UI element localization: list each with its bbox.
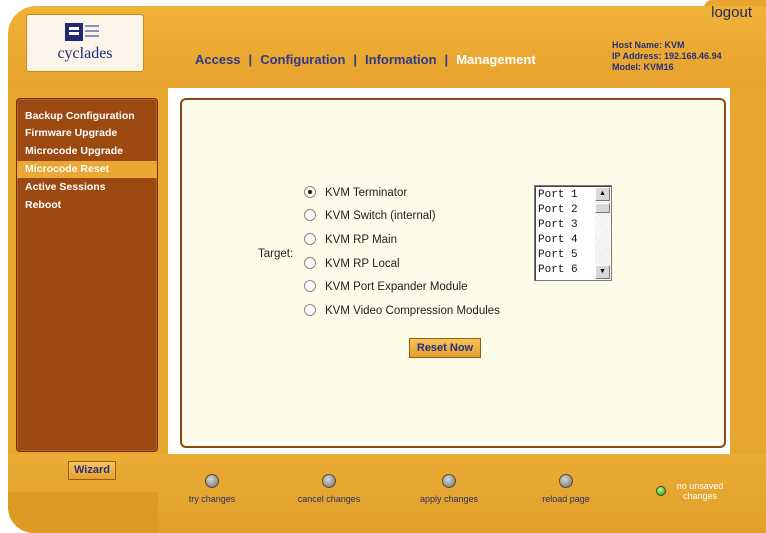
port-listbox[interactable]: Port 1 Port 2 Port 3 Port 4 Port 5 Port …: [534, 185, 612, 281]
radio-button[interactable]: [304, 256, 316, 269]
port-option[interactable]: Port 5: [538, 248, 578, 262]
host-info: Host Name: KVM IP Address: 192.168.46.94…: [612, 40, 722, 73]
target-option-label: KVM RP Main: [325, 234, 398, 246]
nav-management[interactable]: Management: [456, 52, 535, 67]
nav-information[interactable]: Information: [365, 52, 437, 67]
logo-text: cyclades: [57, 45, 113, 62]
action-label: try changes: [188, 494, 236, 504]
model: Model: KVM16: [612, 62, 674, 72]
apply-changes-icon: [442, 474, 456, 488]
target-option-kvm-rp-main[interactable]: KVM RP Main: [304, 232, 397, 248]
unsaved-status: no unsaved changes: [676, 481, 724, 501]
action-label: apply changes: [419, 494, 479, 504]
apply-changes-button[interactable]: apply changes: [404, 474, 494, 504]
sidebar: Backup Configuration Firmware Upgrade Mi…: [16, 98, 158, 452]
status-led-icon: [656, 486, 666, 496]
cancel-changes-icon: [322, 474, 336, 488]
nav-access[interactable]: Access: [195, 52, 241, 67]
host-name: Host Name: KVM: [612, 40, 685, 50]
logo: cyclades: [26, 14, 144, 72]
right-frame: [730, 88, 766, 468]
target-option-kvm-video-compression[interactable]: KVM Video Compression Modules: [304, 303, 500, 319]
port-listbox-scrollbar[interactable]: ▲ ▼: [595, 187, 610, 279]
scroll-down-icon[interactable]: ▼: [595, 265, 610, 279]
target-option-label: KVM RP Local: [325, 258, 400, 270]
port-option[interactable]: Port 3: [538, 218, 578, 232]
try-changes-icon: [205, 474, 219, 488]
radio-button[interactable]: [304, 208, 316, 221]
radio-button[interactable]: [304, 303, 316, 316]
target-option-label: KVM Video Compression Modules: [325, 305, 500, 317]
target-option-label: KVM Switch (internal): [325, 210, 436, 222]
scroll-thumb[interactable]: [595, 203, 610, 213]
port-option[interactable]: Port 1: [538, 188, 578, 202]
port-option[interactable]: Port 4: [538, 233, 578, 247]
nav-configuration[interactable]: Configuration: [260, 52, 345, 67]
footer-curl: [8, 492, 158, 533]
wizard-button[interactable]: Wizard: [68, 461, 116, 480]
port-option[interactable]: Port 2: [538, 203, 578, 217]
radio-button[interactable]: [304, 185, 316, 198]
sidebar-item-backup-configuration[interactable]: Backup Configuration: [17, 108, 157, 125]
radio-button[interactable]: [304, 279, 316, 292]
main-nav: Access | Configuration | Information | Managem…: [195, 52, 536, 67]
cancel-changes-button[interactable]: cancel changes: [284, 474, 374, 504]
radio-button[interactable]: [304, 232, 316, 245]
target-label: Target:: [258, 248, 294, 260]
target-option-kvm-switch[interactable]: KVM Switch (internal): [304, 208, 436, 224]
nav-separator: |: [353, 52, 358, 67]
reload-page-icon: [559, 474, 573, 488]
target-option-label: KVM Port Expander Module: [325, 281, 468, 293]
ip-address: IP Address: 192.168.46.94: [612, 51, 722, 61]
logo-icon: [65, 23, 99, 41]
app-frame: logout cyclades Access | Configuration | Inf…: [0, 0, 766, 533]
sidebar-item-active-sessions[interactable]: Active Sessions: [17, 179, 157, 196]
nav-separator: |: [248, 52, 253, 67]
action-label: cancel changes: [297, 494, 361, 504]
sidebar-item-firmware-upgrade[interactable]: Firmware Upgrade: [17, 125, 157, 142]
sidebar-item-reboot[interactable]: Reboot: [17, 197, 157, 214]
content-panel: [180, 98, 726, 448]
sidebar-item-microcode-upgrade[interactable]: Microcode Upgrade: [17, 143, 157, 160]
sidebar-item-microcode-reset[interactable]: Microcode Reset: [17, 161, 157, 178]
port-option[interactable]: Port 6: [538, 263, 578, 277]
action-label: reload page: [542, 494, 590, 504]
nav-separator: |: [444, 52, 449, 67]
target-option-kvm-rp-local[interactable]: KVM RP Local: [304, 256, 400, 272]
target-option-label: KVM Terminator: [325, 187, 408, 199]
target-option-kvm-terminator[interactable]: KVM Terminator: [304, 185, 407, 201]
target-option-kvm-port-expander[interactable]: KVM Port Expander Module: [304, 279, 468, 295]
scroll-up-icon[interactable]: ▲: [595, 187, 610, 201]
reset-now-button[interactable]: Reset Now: [409, 338, 481, 358]
logout-link[interactable]: logout: [711, 4, 752, 21]
reload-page-button[interactable]: reload page: [521, 474, 611, 504]
try-changes-button[interactable]: try changes: [167, 474, 257, 504]
